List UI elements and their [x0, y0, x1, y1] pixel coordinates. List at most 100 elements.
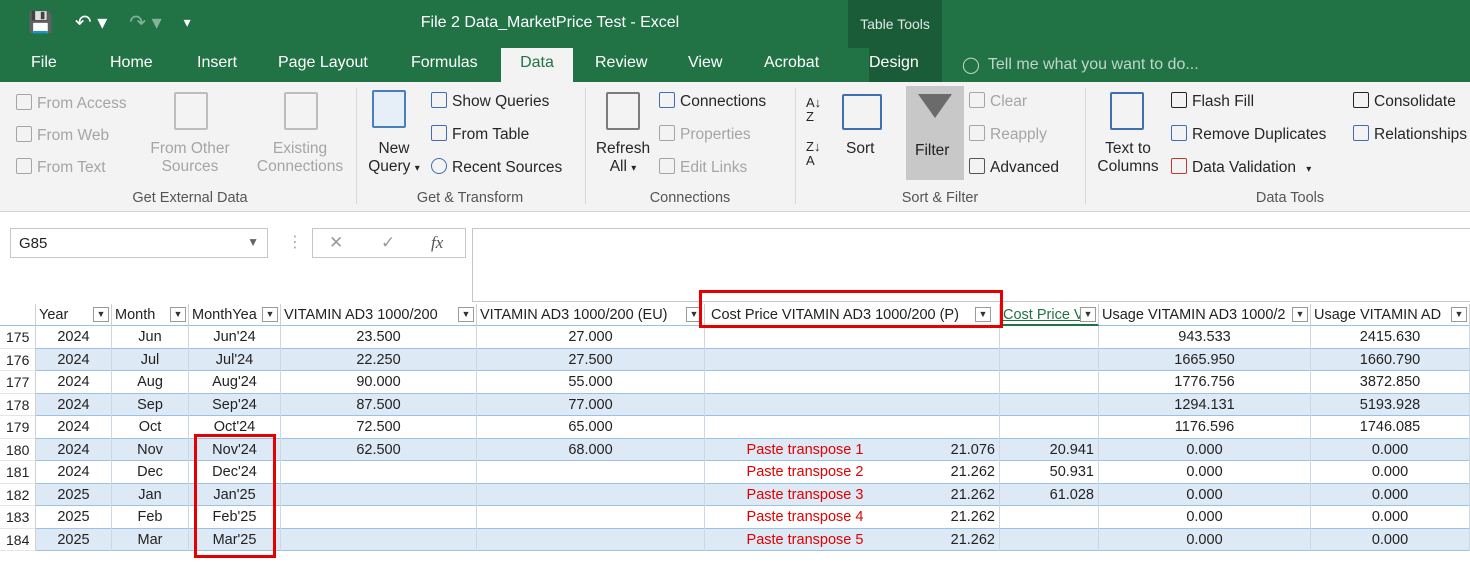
filter-dropdown-icon[interactable]: ▼ — [1292, 307, 1308, 322]
tab-page-layout[interactable]: Page Layout — [278, 54, 368, 72]
cell-vitamin-ad3-eu[interactable] — [477, 506, 705, 529]
consolidate-button[interactable]: Consolidate — [1353, 92, 1456, 111]
remove-duplicates-button[interactable]: Remove Duplicates — [1171, 125, 1326, 144]
cell-year[interactable]: 2024 — [36, 416, 112, 439]
cancel-entry-icon[interactable]: ✕ — [329, 233, 343, 253]
cell-year[interactable]: 2025 — [36, 528, 112, 551]
cell-month[interactable]: Feb — [112, 506, 189, 529]
cell-cost-price-p[interactable] — [905, 348, 1000, 371]
cell-vitamin-ad3[interactable]: 22.250 — [281, 348, 477, 371]
cell-month[interactable]: Jan — [112, 483, 189, 506]
cell-usage-2[interactable]: 0.000 — [1311, 483, 1470, 506]
from-text-button[interactable]: From Text — [16, 158, 106, 177]
cell-usage-2[interactable]: 0.000 — [1311, 528, 1470, 551]
column-header-month[interactable]: Month ▼ — [112, 304, 189, 326]
cell-year[interactable]: 2025 — [36, 483, 112, 506]
filter-dropdown-icon[interactable]: ▼ — [1451, 307, 1467, 322]
cell-usage-2[interactable]: 0.000 — [1311, 506, 1470, 529]
cell-paste-note[interactable]: Paste transpose 3 — [705, 484, 905, 507]
cell-paste-note[interactable]: Paste transpose 5 — [705, 529, 905, 552]
row-header[interactable]: 181 — [0, 461, 36, 484]
column-header-usage-1[interactable]: Usage VITAMIN AD3 1000/2 ▼ — [1099, 304, 1311, 326]
cell-vitamin-ad3-eu[interactable]: 68.000 — [477, 438, 705, 461]
cell-usage-1[interactable]: 0.000 — [1099, 506, 1311, 529]
cell-usage-2[interactable]: 0.000 — [1311, 438, 1470, 461]
cell-cost-price-p[interactable]: 21.076 — [905, 438, 1000, 461]
cell-year[interactable]: 2024 — [36, 438, 112, 461]
cell-usage-1[interactable]: 0.000 — [1099, 461, 1311, 484]
insert-function-icon[interactable]: fx — [431, 233, 443, 253]
row-header[interactable]: 184 — [0, 528, 36, 551]
cell-month[interactable]: Mar — [112, 528, 189, 551]
cell-cost-price-p[interactable] — [905, 326, 1000, 349]
cell-month[interactable]: Jul — [112, 348, 189, 371]
edit-links-button[interactable]: Edit Links — [659, 158, 747, 177]
cell-vitamin-ad3-eu[interactable]: 77.000 — [477, 393, 705, 416]
cell-cost-price-v[interactable]: 20.941 — [1000, 438, 1099, 461]
cell-paste-note[interactable]: Paste transpose 4 — [705, 506, 905, 529]
filter-button[interactable]: Filter — [906, 86, 964, 180]
row-header[interactable]: 177 — [0, 371, 36, 394]
cell-cost-price-p[interactable]: 21.262 — [905, 528, 1000, 551]
advanced-filter-button[interactable]: Advanced — [969, 158, 1059, 177]
cell-month[interactable]: Oct — [112, 416, 189, 439]
cell-usage-2[interactable]: 1660.790 — [1311, 348, 1470, 371]
cell-vitamin-ad3[interactable] — [281, 506, 477, 529]
cell-usage-1[interactable]: 0.000 — [1099, 438, 1311, 461]
cell-cost-price-p[interactable] — [905, 393, 1000, 416]
row-header[interactable]: 182 — [0, 483, 36, 506]
cell-cost-price-p[interactable]: 21.262 — [905, 506, 1000, 529]
tab-view[interactable]: View — [688, 54, 722, 72]
reapply-button[interactable]: Reapply — [969, 125, 1047, 144]
cell-vitamin-ad3[interactable] — [281, 461, 477, 484]
cell-usage-1[interactable]: 0.000 — [1099, 528, 1311, 551]
filter-dropdown-icon[interactable]: ▼ — [1080, 307, 1096, 322]
cell-paste-note[interactable] — [705, 326, 905, 349]
recent-sources-button[interactable]: Recent Sources — [431, 158, 562, 177]
cell-usage-2[interactable]: 1746.085 — [1311, 416, 1470, 439]
new-query-button[interactable]: New Query ▾ — [364, 140, 424, 176]
row-header[interactable]: 180 — [0, 438, 36, 461]
tab-review[interactable]: Review — [595, 54, 647, 72]
tab-insert[interactable]: Insert — [197, 54, 237, 72]
cell-cost-price-v[interactable] — [1000, 348, 1099, 371]
filter-dropdown-icon[interactable]: ▼ — [170, 307, 186, 322]
cell-year[interactable]: 2025 — [36, 506, 112, 529]
cell-usage-1[interactable]: 1294.131 — [1099, 393, 1311, 416]
sort-descending-button[interactable]: Z↓ A — [806, 140, 820, 168]
cell-monthyear[interactable]: Jun'24 — [189, 326, 281, 349]
cell-vitamin-ad3-eu[interactable]: 27.500 — [477, 348, 705, 371]
cell-cost-price-v[interactable]: 50.931 — [1000, 461, 1099, 484]
cell-vitamin-ad3-eu[interactable]: 55.000 — [477, 371, 705, 394]
cell-vitamin-ad3-eu[interactable] — [477, 528, 705, 551]
cell-year[interactable]: 2024 — [36, 461, 112, 484]
flash-fill-button[interactable]: Flash Fill — [1171, 92, 1254, 111]
cell-cost-price-p[interactable] — [905, 416, 1000, 439]
cell-month[interactable]: Nov — [112, 438, 189, 461]
tab-file[interactable]: File — [31, 54, 57, 72]
row-header[interactable]: 176 — [0, 348, 36, 371]
cell-month[interactable]: Sep — [112, 393, 189, 416]
tab-home[interactable]: Home — [110, 54, 153, 72]
existing-connections-button[interactable]: Existing Connections — [252, 140, 348, 176]
text-to-columns-button[interactable]: Text to Columns — [1093, 140, 1163, 176]
filter-dropdown-icon[interactable]: ▼ — [93, 307, 109, 322]
cell-cost-price-v[interactable] — [1000, 326, 1099, 349]
cell-monthyear[interactable]: Aug'24 — [189, 371, 281, 394]
data-validation-button[interactable]: Data Validation ▾ — [1171, 158, 1311, 177]
cell-paste-note[interactable] — [705, 416, 905, 439]
cell-vitamin-ad3[interactable]: 72.500 — [281, 416, 477, 439]
column-header-vitamin-ad3[interactable]: VITAMIN AD3 1000/200 ▼ — [281, 304, 477, 326]
sort-button[interactable]: Sort — [846, 140, 874, 158]
cell-usage-1[interactable]: 1665.950 — [1099, 348, 1311, 371]
cell-month[interactable]: Jun — [112, 326, 189, 349]
corner-cell[interactable] — [0, 304, 36, 326]
cell-paste-note[interactable]: Paste transpose 2 — [705, 461, 905, 484]
properties-button[interactable]: Properties — [659, 125, 751, 144]
name-box[interactable]: G85 ▼ — [10, 228, 268, 258]
tab-data[interactable]: Data — [501, 48, 573, 82]
cell-paste-note[interactable] — [705, 394, 905, 417]
tab-acrobat[interactable]: Acrobat — [764, 54, 819, 72]
cell-usage-1[interactable]: 1176.596 — [1099, 416, 1311, 439]
show-queries-button[interactable]: Show Queries — [431, 92, 549, 111]
